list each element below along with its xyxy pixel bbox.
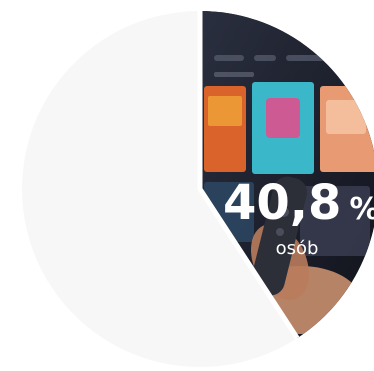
pie-chart: 40,8 % osób	[22, 10, 374, 368]
highlight-value: 40,8	[223, 175, 341, 231]
highlight-unit: %	[350, 192, 374, 227]
highlight-sublabel: osób	[276, 238, 319, 259]
